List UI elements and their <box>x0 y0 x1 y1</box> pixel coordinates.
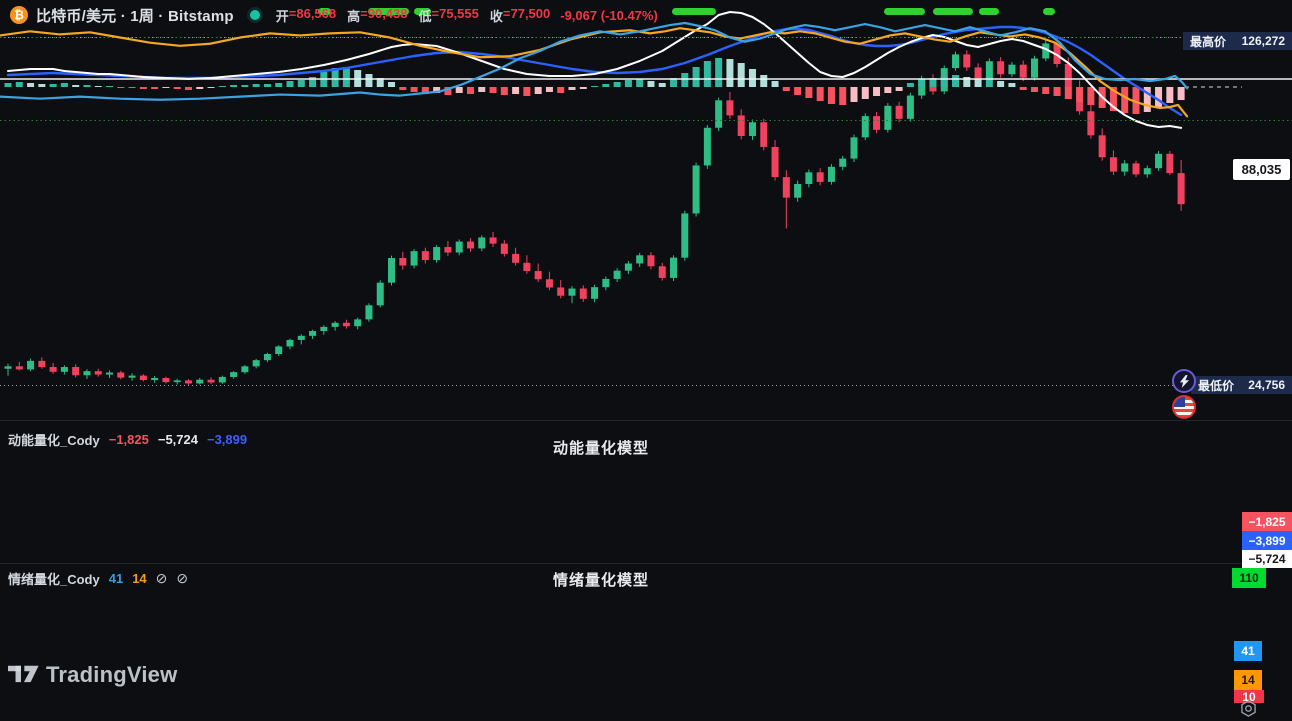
high-label: 高 <box>347 6 360 25</box>
all-time-high-value: 126,272 <box>1242 34 1285 48</box>
tradingview-watermark[interactable]: TradingView <box>8 662 177 688</box>
momentum-hist-axis-tag: −1,825 <box>1242 512 1292 531</box>
open-value: 86,568 <box>289 6 336 25</box>
symbol-title[interactable]: 比特币/美元 · 1周 · Bitstamp <box>36 5 234 26</box>
sentiment-indicator-title[interactable]: 情绪量化_Cody <box>8 569 100 588</box>
momentum-model-watermark: 动能量化模型 <box>553 437 649 458</box>
bitcoin-icon: ₿ <box>10 6 28 24</box>
high-value: 90,438 <box>360 6 407 25</box>
sentiment-indicator-header: 情绪量化_Cody 41 14 ⊘ ⊘ <box>8 569 188 588</box>
close-value: 77,500 <box>503 6 550 25</box>
low-value: 75,555 <box>432 6 479 25</box>
us-flag-icon[interactable] <box>1172 395 1196 419</box>
all-time-low-text: 最低价 <box>1198 377 1234 394</box>
momentum-main-value: −5,724 <box>158 432 198 447</box>
change-value: -9,067 (-10.47%) <box>560 8 658 23</box>
slow-sentiment-line <box>0 28 1187 116</box>
tradingview-chart-app: ₿ 比特币/美元 · 1周 · Bitstamp 开86,568 高90,438… <box>0 0 1292 721</box>
momentum-signal-axis-tag: −3,899 <box>1242 531 1292 550</box>
tradingview-watermark-text: TradingView <box>46 662 177 688</box>
close-label: 收 <box>490 6 503 25</box>
gear-icon <box>1239 699 1258 718</box>
sentiment-slow-value: 14 <box>132 571 146 586</box>
sentiment-slow-axis-tag: 14 <box>1234 670 1262 690</box>
lightning-badge-icon[interactable] <box>1172 369 1196 393</box>
momentum-indicator-title[interactable]: 动能量化_Cody <box>8 430 100 449</box>
pane-separator[interactable] <box>0 563 1292 564</box>
sentiment-fast-value: 41 <box>109 571 123 586</box>
market-status-dot <box>250 10 260 20</box>
sentiment-fast-axis-tag: 41 <box>1234 641 1262 661</box>
all-time-high-text: 最高价 <box>1190 33 1226 50</box>
sentiment-model-watermark: 情绪量化模型 <box>553 569 649 590</box>
all-time-low-label: 最低价 24,756 <box>1191 376 1292 394</box>
flag-canton <box>1174 397 1185 407</box>
momentum-indicator-header: 动能量化_Cody −1,825 −5,724 −3,899 <box>8 430 247 449</box>
sentiment-upper-axis-tag: 110 <box>1232 568 1266 588</box>
ohlc-values: 开86,568 高90,438 低75,555 收77,500 <box>276 6 551 25</box>
buy-signal-marker <box>1043 8 1055 15</box>
low-label: 低 <box>419 6 432 25</box>
buy-signal-marker <box>672 8 716 15</box>
pane-separator[interactable] <box>0 420 1292 421</box>
momentum-hist-value: −1,825 <box>109 432 149 447</box>
current-price-label: 88,035 <box>1233 159 1290 180</box>
all-time-low-value: 24,756 <box>1248 378 1285 392</box>
lightning-bolt-icon <box>1179 375 1190 388</box>
indicator-settings-button[interactable] <box>1238 698 1258 718</box>
momentum-main-axis-tag: −5,724 <box>1242 550 1292 568</box>
buy-signal-marker <box>979 8 999 15</box>
momentum-signal-value: −3,899 <box>207 432 247 447</box>
all-time-high-label: 最高价 126,272 <box>1183 32 1292 50</box>
symbol-header: ₿ 比特币/美元 · 1周 · Bitstamp 开86,568 高90,438… <box>0 0 658 30</box>
buy-signal-marker <box>933 8 973 15</box>
tradingview-logo-icon <box>8 665 39 685</box>
empty-value-icon: ⊘ <box>176 570 188 587</box>
open-label: 开 <box>276 6 289 25</box>
empty-value-icon: ⊘ <box>156 570 168 587</box>
buy-signal-marker <box>884 8 925 15</box>
